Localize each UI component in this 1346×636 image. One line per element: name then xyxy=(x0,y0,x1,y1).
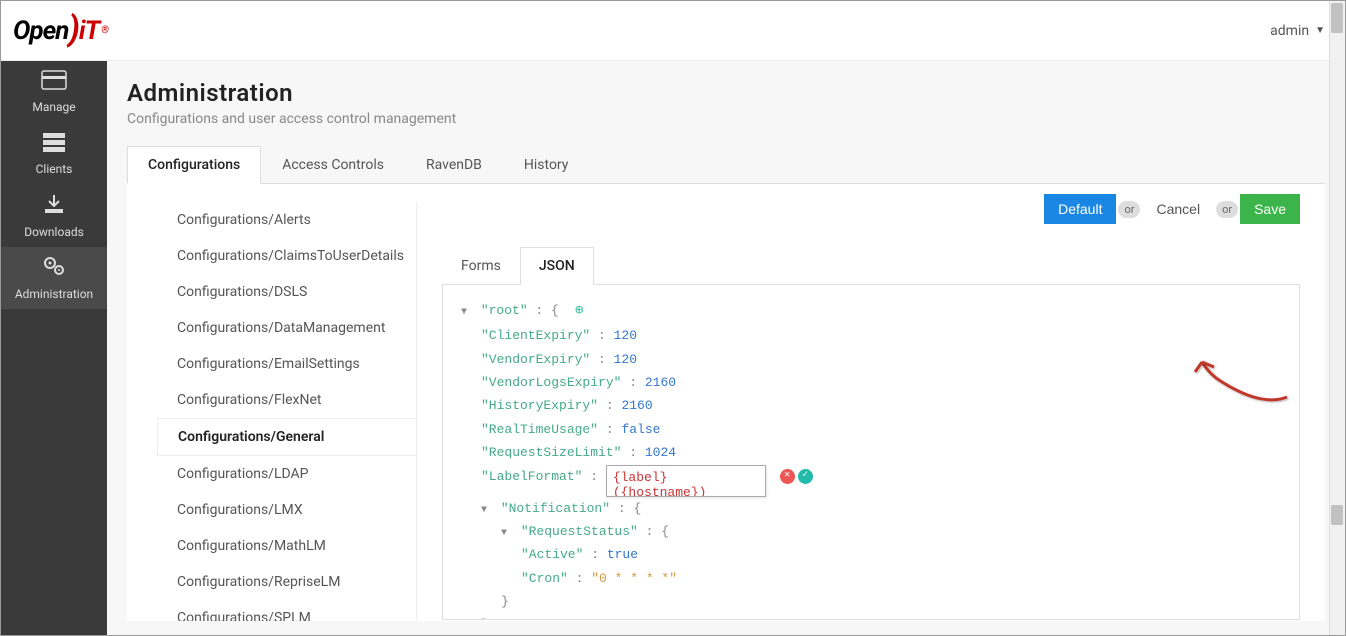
json-key[interactable]: "VendorLogsExpiry" xyxy=(481,375,621,390)
scrollbar-thumb[interactable] xyxy=(1331,505,1343,525)
config-item-general[interactable]: Configurations/General xyxy=(157,418,417,456)
download-icon xyxy=(43,193,65,221)
json-key-root[interactable]: "root" xyxy=(481,303,528,318)
tab-access-controls[interactable]: Access Controls xyxy=(261,146,405,184)
sidebar-item-label: Administration xyxy=(15,287,93,301)
collapse-toggle-icon[interactable]: ▼ xyxy=(501,525,513,543)
logo-it: iT xyxy=(79,16,99,46)
config-item-flexnet[interactable]: Configurations/FlexNet xyxy=(157,382,416,418)
default-button[interactable]: Default xyxy=(1044,194,1116,224)
gears-icon xyxy=(42,255,66,283)
sidebar-item-manage[interactable]: Manage xyxy=(1,61,107,123)
collapse-toggle-icon[interactable]: ▼ xyxy=(481,502,493,520)
subtab-json[interactable]: JSON xyxy=(520,247,594,285)
sidebar-item-downloads[interactable]: Downloads xyxy=(1,185,107,247)
json-key[interactable]: "Cron" xyxy=(521,571,568,586)
sidebar-item-label: Downloads xyxy=(24,225,84,239)
json-key-notification[interactable]: "Notification" xyxy=(501,501,610,516)
json-key[interactable]: "VendorExpiry" xyxy=(481,352,590,367)
json-key[interactable]: "ClientExpiry" xyxy=(481,328,590,343)
logo: Open)iT® xyxy=(13,11,108,51)
sidebar-item-label: Manage xyxy=(32,100,75,114)
json-brace: } xyxy=(501,594,509,609)
chevron-down-icon: ▼ xyxy=(1315,25,1325,36)
cancel-edit-icon[interactable]: ✕ xyxy=(780,469,795,484)
json-brace: } xyxy=(481,617,489,620)
json-value[interactable]: false xyxy=(621,422,660,437)
json-value[interactable]: true xyxy=(607,547,638,562)
json-value[interactable]: "0 * * * *" xyxy=(591,571,677,586)
config-item-dsls[interactable]: Configurations/DSLS xyxy=(157,274,416,310)
json-key[interactable]: "Active" xyxy=(521,547,583,562)
card-icon xyxy=(41,70,67,96)
scrollbar-thumb[interactable] xyxy=(1331,3,1343,33)
user-menu[interactable]: admin ▼ xyxy=(1270,23,1325,39)
json-key-reqstatus[interactable]: "RequestStatus" xyxy=(521,524,638,539)
sidebar-item-label: Clients xyxy=(36,162,73,176)
page-title: Administration xyxy=(127,79,1325,107)
page-subtitle: Configurations and user access control m… xyxy=(127,111,1325,127)
tabs: Configurations Access Controls RavenDB H… xyxy=(127,145,1325,184)
config-item-replm[interactable]: Configurations/RepriseLM xyxy=(157,564,416,600)
config-item-claims[interactable]: Configurations/ClaimsToUserDetails xyxy=(157,238,416,274)
json-key-labelformat[interactable]: "LabelFormat" xyxy=(481,469,582,484)
config-item-email[interactable]: Configurations/EmailSettings xyxy=(157,346,416,382)
config-item-datamgmt[interactable]: Configurations/DataManagement xyxy=(157,310,416,346)
json-value[interactable]: 120 xyxy=(614,352,637,367)
tab-history[interactable]: History xyxy=(503,146,590,184)
json-key[interactable]: "RequestSizeLimit" xyxy=(481,445,621,460)
sub-tabs: Forms JSON xyxy=(442,246,1300,285)
json-value[interactable]: 1024 xyxy=(645,445,676,460)
or-separator: or xyxy=(1118,201,1140,218)
add-icon[interactable]: ⊕ xyxy=(567,303,584,319)
json-value[interactable]: 120 xyxy=(614,328,637,343)
or-separator: or xyxy=(1216,201,1238,218)
confirm-edit-icon[interactable]: ✓ xyxy=(798,469,813,484)
config-item-splm[interactable]: Configurations/SPLM xyxy=(157,600,416,621)
collapse-toggle-icon[interactable]: ▼ xyxy=(461,304,473,322)
scrollbar[interactable] xyxy=(1329,1,1345,635)
config-item-lmx[interactable]: Configurations/LMX xyxy=(157,492,416,528)
user-name: admin xyxy=(1270,23,1309,39)
sidebar-item-clients[interactable]: Clients xyxy=(1,123,107,185)
config-list: Configurations/Alerts Configurations/Cla… xyxy=(127,202,417,621)
subtab-forms[interactable]: Forms xyxy=(442,247,520,285)
cancel-button[interactable]: Cancel xyxy=(1142,194,1214,224)
server-icon xyxy=(42,132,66,158)
json-value[interactable]: 2160 xyxy=(645,375,676,390)
logo-open: Open xyxy=(13,16,68,46)
sidebar-item-administration[interactable]: Administration xyxy=(1,247,107,309)
json-key[interactable]: "RealTimeUsage" xyxy=(481,422,598,437)
config-item-mathlm[interactable]: Configurations/MathLM xyxy=(157,528,416,564)
save-button[interactable]: Save xyxy=(1240,194,1300,224)
logo-reg: ® xyxy=(101,25,108,36)
label-format-input[interactable] xyxy=(606,465,766,497)
config-item-alerts[interactable]: Configurations/Alerts xyxy=(157,202,416,238)
json-editor[interactable]: ▼ "root" : { ⊕ "ClientExpiry" : 120 "Ven… xyxy=(442,285,1300,620)
sidebar: Manage Clients Downloads Administration xyxy=(1,61,107,635)
tab-ravendb[interactable]: RavenDB xyxy=(405,146,503,184)
json-key[interactable]: "HistoryExpiry" xyxy=(481,398,598,413)
action-bar: Default or Cancel or Save xyxy=(1044,194,1300,224)
json-value[interactable]: 2160 xyxy=(621,398,652,413)
config-item-ldap[interactable]: Configurations/LDAP xyxy=(157,456,416,492)
tab-configurations[interactable]: Configurations xyxy=(127,146,261,184)
logo-paren: ) xyxy=(68,9,79,49)
